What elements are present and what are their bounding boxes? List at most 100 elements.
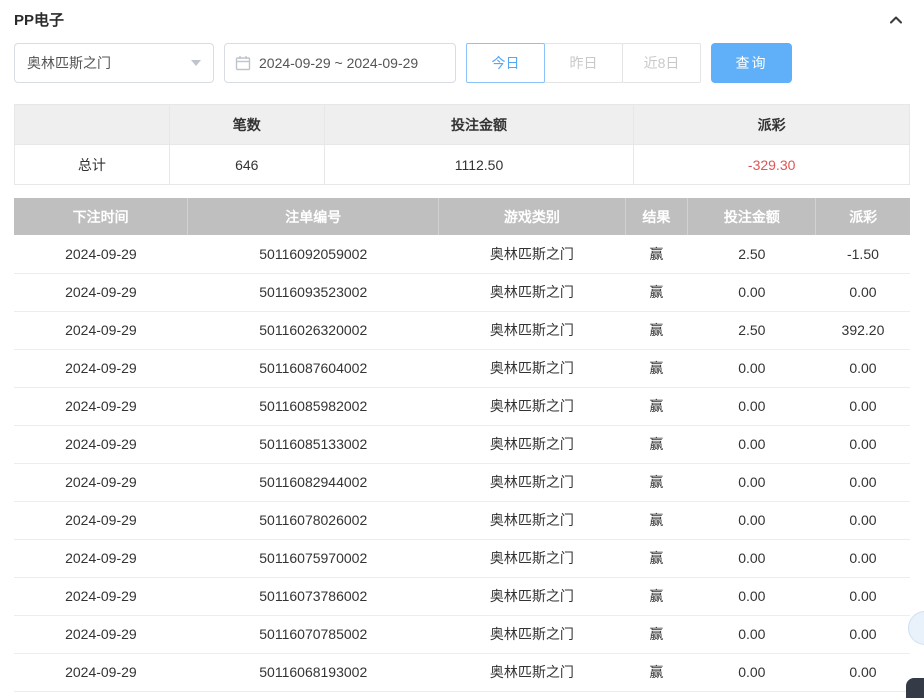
game-category-cell: 奥林匹斯之门 (438, 425, 626, 464)
quick-filter-today-button[interactable]: 今日 (466, 43, 545, 83)
bet-time-cell: 2024-09-29 (14, 539, 188, 578)
result-cell: 赢 (625, 539, 688, 578)
summary-header-payout: 派彩 (633, 104, 910, 145)
bet-time-cell: 2024-09-29 (14, 349, 188, 388)
payout-cell: 0.00 (815, 653, 910, 692)
result-cell: 赢 (625, 577, 688, 616)
date-range-picker[interactable]: 2024-09-29 ~ 2024-09-29 (224, 43, 456, 83)
pp-games-panel: PP电子 奥林匹斯之门 2024-09-29 ~ 2024-09-29 今日 昨… (0, 0, 924, 692)
payout-cell: 0.00 (815, 349, 910, 388)
bet-time-cell: 2024-09-29 (14, 311, 188, 350)
filter-row: 奥林匹斯之门 2024-09-29 ~ 2024-09-29 今日 昨日 近8日… (14, 43, 910, 83)
bet-table-header-row: 下注时间 注单编号 游戏类别 结果 投注金额 派彩 (14, 198, 910, 235)
collapse-chevron-up-icon[interactable] (888, 12, 910, 28)
bet-time-cell: 2024-09-29 (14, 577, 188, 616)
order-number-cell: 50116075970002 (187, 539, 439, 578)
payout-cell: 0.00 (815, 501, 910, 540)
bet-time-cell: 2024-09-29 (14, 387, 188, 426)
order-number-cell: 50116082944002 (187, 463, 439, 502)
table-row: 2024-09-29 50116026320002 奥林匹斯之门赢 2.50 392.2… (14, 311, 910, 350)
summary-count-value: 646 (168, 144, 325, 185)
bet-time-cell: 2024-09-29 (14, 615, 188, 654)
result-cell: 赢 (625, 463, 688, 502)
order-number-cell: 50116085133002 (187, 425, 439, 464)
result-cell: 赢 (625, 387, 688, 426)
result-cell: 赢 (625, 311, 688, 350)
order-number-cell: 50116026320002 (187, 311, 439, 350)
table-row: 2024-09-29 50116068193002 奥林匹斯之门赢 0.00 0.00 (14, 653, 910, 692)
payout-cell: 0.00 (815, 539, 910, 578)
game-category-cell: 奥林匹斯之门 (438, 463, 626, 502)
header-result: 结果 (625, 198, 689, 235)
summary-header-blank (14, 104, 170, 145)
floating-dark-widget-icon[interactable] (906, 678, 924, 698)
panel-header: PP电子 (14, 0, 910, 43)
bet-table-body: 2024-09-29 50116092059002 奥林匹斯之门赢 2.50 -1.50… (14, 235, 910, 692)
bet-time-cell: 2024-09-29 (14, 653, 188, 692)
bet-time-cell: 2024-09-29 (14, 425, 188, 464)
game-category-cell: 奥林匹斯之门 (438, 273, 626, 312)
table-row: 2024-09-29 50116073786002 奥林匹斯之门赢 0.00 0.00 (14, 577, 910, 616)
summary-bet-amount-value: 1112.50 (323, 144, 635, 185)
bet-amount-cell: 0.00 (687, 387, 816, 426)
game-category-cell: 奥林匹斯之门 (438, 577, 626, 616)
order-number-cell: 50116085982002 (187, 387, 439, 426)
search-button[interactable]: 查询 (711, 43, 792, 83)
result-cell: 赢 (625, 653, 688, 692)
bet-time-cell: 2024-09-29 (14, 463, 188, 502)
quick-filter-group: 今日 昨日 近8日 (466, 43, 701, 83)
header-order-number: 注单编号 (187, 198, 440, 235)
payout-cell: 0.00 (815, 577, 910, 616)
quick-filter-last8days-button[interactable]: 近8日 (622, 43, 701, 83)
payout-cell: 392.20 (815, 311, 910, 350)
bet-amount-cell: 0.00 (687, 273, 816, 312)
game-category-cell: 奥林匹斯之门 (438, 349, 626, 388)
order-number-cell: 50116068193002 (187, 653, 439, 692)
bet-time-cell: 2024-09-29 (14, 273, 188, 312)
header-game-category: 游戏类别 (438, 198, 626, 235)
game-category-cell: 奥林匹斯之门 (438, 615, 626, 654)
bet-amount-cell: 0.00 (687, 539, 816, 578)
bet-time-cell: 2024-09-29 (14, 501, 188, 540)
summary-payout-value: -329.30 (633, 144, 910, 185)
game-category-cell: 奥林匹斯之门 (438, 387, 626, 426)
calendar-icon (235, 55, 251, 71)
result-cell: 赢 (625, 615, 688, 654)
bet-amount-cell: 0.00 (687, 615, 816, 654)
table-row: 2024-09-29 50116085133002 奥林匹斯之门赢 0.00 0.00 (14, 425, 910, 464)
result-cell: 赢 (625, 235, 688, 274)
bet-records-table: 下注时间 注单编号 游戏类别 结果 投注金额 派彩 2024-09-29 5011… (14, 198, 910, 692)
header-payout: 派彩 (815, 198, 910, 235)
bet-amount-cell: 0.00 (687, 425, 816, 464)
order-number-cell: 50116087604002 (187, 349, 439, 388)
bet-amount-cell: 0.00 (687, 653, 816, 692)
payout-cell: 0.00 (815, 463, 910, 502)
summary-table: 笔数 投注金额 派彩 总计 646 1112.50 -329.30 (14, 104, 910, 185)
payout-cell: 0.00 (815, 387, 910, 426)
summary-header-bet-amount: 投注金额 (323, 104, 635, 145)
payout-cell: -1.50 (815, 235, 910, 274)
table-row: 2024-09-29 50116078026002 奥林匹斯之门赢 0.00 0.00 (14, 501, 910, 540)
summary-total-row: 总计 646 1112.50 -329.30 (14, 144, 910, 185)
table-row: 2024-09-29 50116082944002 奥林匹斯之门赢 0.00 0.00 (14, 463, 910, 502)
quick-filter-yesterday-button[interactable]: 昨日 (544, 43, 623, 83)
order-number-cell: 50116092059002 (187, 235, 439, 274)
summary-header-count: 笔数 (168, 104, 325, 145)
game-category-cell: 奥林匹斯之门 (438, 501, 626, 540)
game-select[interactable]: 奥林匹斯之门 (14, 43, 214, 83)
bet-amount-cell: 0.00 (687, 349, 816, 388)
bet-amount-cell: 2.50 (687, 311, 816, 350)
game-select-value: 奥林匹斯之门 (27, 55, 111, 71)
summary-total-label: 总计 (14, 144, 170, 185)
order-number-cell: 50116093523002 (187, 273, 439, 312)
result-cell: 赢 (625, 425, 688, 464)
order-number-cell: 50116073786002 (187, 577, 439, 616)
game-category-cell: 奥林匹斯之门 (438, 235, 626, 274)
date-range-value: 2024-09-29 ~ 2024-09-29 (259, 55, 419, 71)
table-row: 2024-09-29 50116087604002 奥林匹斯之门赢 0.00 0.00 (14, 349, 910, 388)
bet-amount-cell: 0.00 (687, 577, 816, 616)
header-bet-time: 下注时间 (14, 198, 189, 235)
order-number-cell: 50116070785002 (187, 615, 439, 654)
result-cell: 赢 (625, 273, 688, 312)
table-row: 2024-09-29 50116092059002 奥林匹斯之门赢 2.50 -1.50 (14, 235, 910, 274)
